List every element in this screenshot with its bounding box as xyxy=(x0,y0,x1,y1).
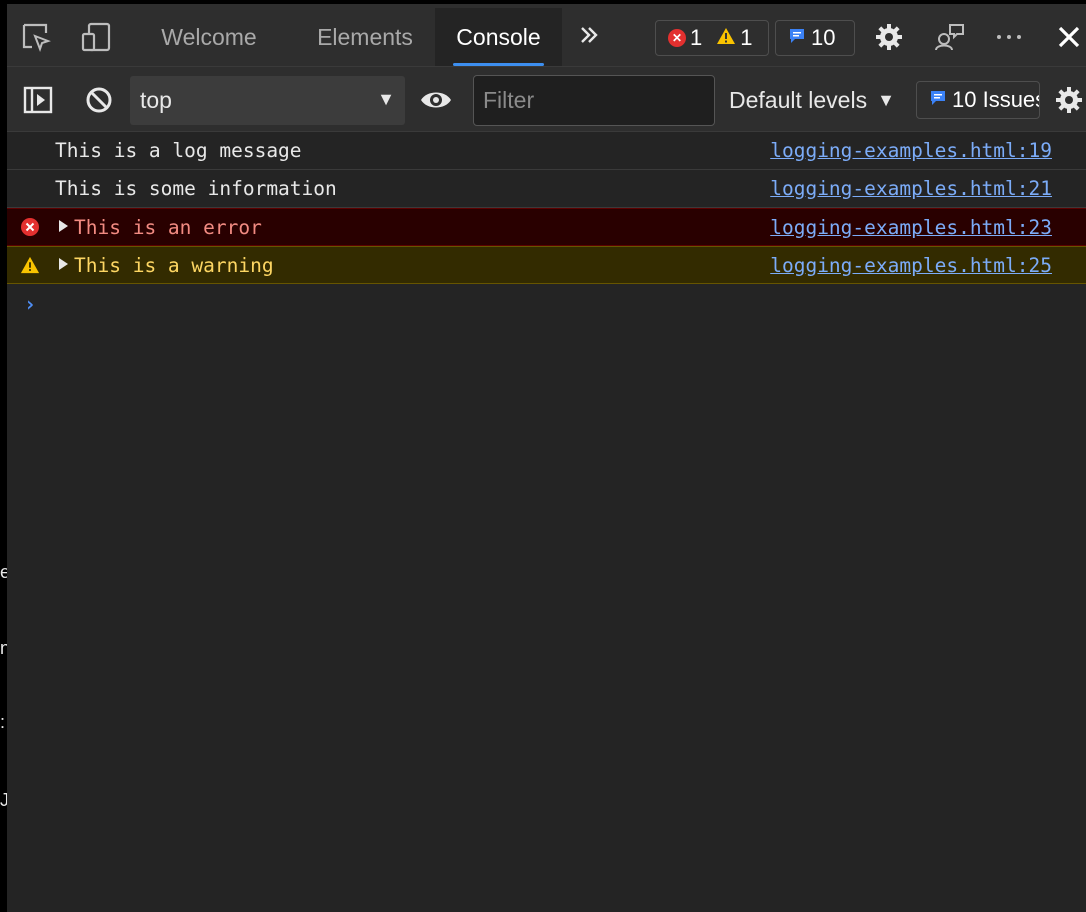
expand-triangle-icon[interactable] xyxy=(59,258,68,270)
console-output: This is a log message logging-examples.h… xyxy=(7,132,1086,316)
warning-count: 1 xyxy=(740,25,753,50)
console-message-error[interactable]: This is an error logging-examples.html:2… xyxy=(7,208,1086,246)
tab-console[interactable]: Console xyxy=(435,8,562,66)
log-levels-dropdown[interactable]: Default levels ▼ xyxy=(729,75,895,126)
expand-triangle-icon[interactable] xyxy=(59,220,68,232)
more-options-icon[interactable] xyxy=(992,20,1026,54)
source-link[interactable]: logging-examples.html:21 xyxy=(770,177,1052,200)
message-text: This is a warning xyxy=(59,254,274,277)
feedback-icon[interactable] xyxy=(932,20,966,54)
source-link[interactable]: logging-examples.html:19 xyxy=(770,139,1052,162)
message-count: 10 xyxy=(811,25,836,50)
console-settings-gear-icon[interactable] xyxy=(1052,83,1086,117)
error-count: 1 xyxy=(690,25,703,50)
tab-elements[interactable]: Elements xyxy=(297,8,433,66)
more-tabs-icon[interactable] xyxy=(572,18,606,52)
devtools-panel: Welcome Elements Console ✕ 1 1 10 top ▼ … xyxy=(7,4,1086,912)
sidebar-toggle-icon[interactable] xyxy=(21,83,55,117)
device-emulation-icon[interactable] xyxy=(79,20,113,54)
warning-icon xyxy=(20,255,40,275)
context-selector[interactable]: top ▼ xyxy=(130,76,405,125)
console-message-warning[interactable]: This is a warning logging-examples.html:… xyxy=(7,246,1086,284)
warning-icon xyxy=(716,25,736,51)
message-icon xyxy=(788,25,806,51)
tab-bar: Welcome Elements Console ✕ 1 1 10 xyxy=(7,4,1086,67)
error-icon xyxy=(20,217,40,237)
issues-button[interactable]: 10 Issues xyxy=(916,81,1040,119)
message-text: This is some information xyxy=(55,177,337,200)
dropdown-arrow-icon: ▼ xyxy=(877,90,895,110)
filter-input[interactable] xyxy=(473,75,715,126)
message-counter[interactable]: 10 xyxy=(775,20,855,56)
error-warning-counter[interactable]: ✕ 1 1 xyxy=(655,20,769,56)
close-icon[interactable] xyxy=(1052,20,1086,54)
console-message-log[interactable]: This is a log message logging-examples.h… xyxy=(7,132,1086,170)
source-link[interactable]: logging-examples.html:25 xyxy=(770,254,1052,277)
context-value: top xyxy=(140,87,172,113)
edge-letter: n xyxy=(0,638,7,658)
edge-letter: J xyxy=(0,790,7,810)
inspect-element-icon[interactable] xyxy=(19,20,53,54)
issues-label: 10 Issues xyxy=(952,87,1040,112)
message-text: This is an error xyxy=(59,216,262,239)
edge-letter: e xyxy=(0,562,7,582)
tab-welcome[interactable]: Welcome xyxy=(139,8,279,66)
message-icon xyxy=(929,87,947,113)
clear-console-icon[interactable] xyxy=(82,83,116,117)
console-toolbar: top ▼ Default levels ▼ 10 Issues xyxy=(7,67,1086,132)
log-levels-label: Default levels xyxy=(729,87,868,113)
console-prompt-chevron-icon[interactable]: › xyxy=(24,292,36,316)
settings-gear-icon[interactable] xyxy=(872,20,906,54)
edge-letter: : xyxy=(0,712,6,732)
dropdown-arrow-icon: ▼ xyxy=(377,89,395,109)
source-link[interactable]: logging-examples.html:23 xyxy=(770,216,1052,239)
message-text: This is a log message xyxy=(55,139,302,162)
error-icon: ✕ xyxy=(668,29,686,47)
live-expression-eye-icon[interactable] xyxy=(419,83,453,117)
console-message-info[interactable]: This is some information logging-example… xyxy=(7,170,1086,208)
